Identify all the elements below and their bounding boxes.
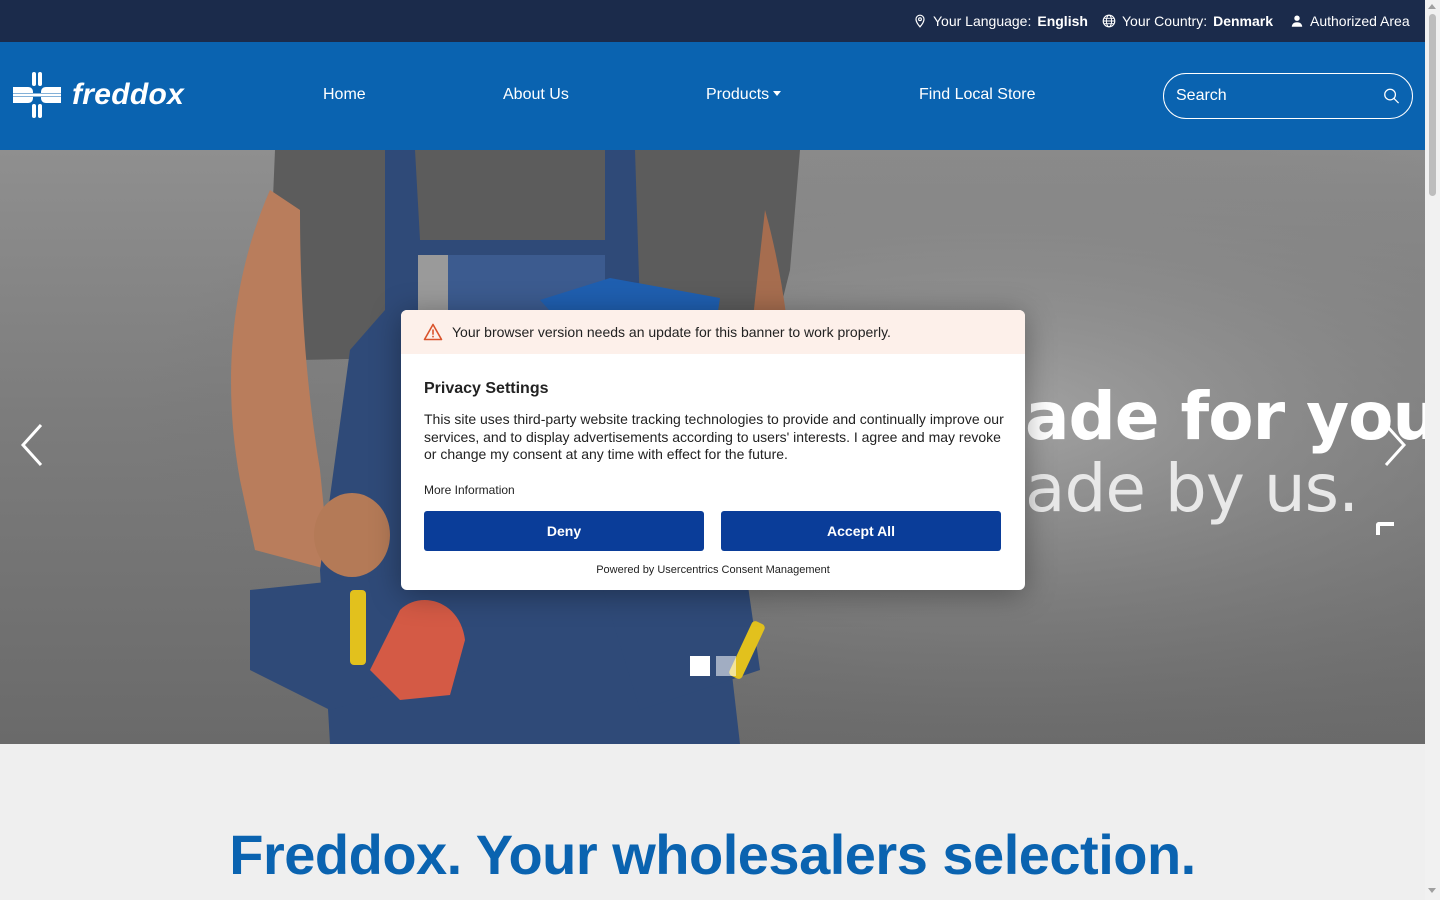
- carousel-dot-2[interactable]: [716, 656, 736, 676]
- deny-button[interactable]: Deny: [424, 511, 704, 551]
- authorized-area-label: Authorized Area: [1310, 13, 1410, 29]
- language-selector[interactable]: Your Language: English: [913, 0, 1088, 42]
- nav-about-us[interactable]: About Us: [503, 86, 569, 104]
- authorized-area-link[interactable]: Authorized Area: [1290, 0, 1410, 42]
- carousel-prev-arrow-icon[interactable]: [17, 422, 47, 468]
- top-utility-bar: Your Language: English Your Country: Den…: [0, 0, 1425, 42]
- nav-find-local-store[interactable]: Find Local Store: [919, 86, 1036, 104]
- powered-by-text: Powered by Usercentrics Consent Manageme…: [596, 564, 830, 576]
- page-scrollbar[interactable]: [1425, 0, 1440, 900]
- language-value: English: [1037, 13, 1088, 29]
- language-label: Your Language:: [933, 13, 1032, 29]
- location-pin-icon: [915, 14, 925, 28]
- carousel-next-arrow-icon[interactable]: [1380, 422, 1410, 468]
- freddox-logo-icon: [13, 72, 61, 118]
- search-input[interactable]: [1176, 87, 1383, 105]
- caret-down-icon: [773, 91, 782, 96]
- warning-icon: [423, 323, 443, 341]
- scroll-down-arrow-icon[interactable]: [1428, 888, 1436, 893]
- scroll-up-arrow-icon[interactable]: [1428, 4, 1436, 9]
- search-icon[interactable]: [1383, 84, 1400, 108]
- user-icon: [1291, 15, 1303, 27]
- corner-mark-icon: [1376, 522, 1394, 535]
- browser-warning-banner: Your browser version needs an update for…: [401, 310, 1025, 354]
- nav-products[interactable]: Products: [706, 86, 782, 104]
- search-box: [1163, 73, 1413, 119]
- country-label: Your Country:: [1122, 13, 1208, 29]
- logo-text: freddox: [72, 78, 185, 111]
- scrollbar-thumb[interactable]: [1429, 14, 1436, 196]
- nav-products-label: Products: [706, 86, 770, 103]
- globe-icon: [1102, 14, 1116, 28]
- logo[interactable]: freddox: [12, 70, 184, 120]
- carousel-dot-1[interactable]: [690, 656, 710, 676]
- nav-home[interactable]: Home: [323, 86, 366, 104]
- dialog-body: This site uses third-party website track…: [424, 411, 1004, 462]
- hero-subheadline: ade by us.: [1025, 450, 1359, 527]
- main-navbar: freddox Home About Us Products Find Loca…: [0, 42, 1425, 150]
- more-information-link[interactable]: More Information: [424, 483, 515, 497]
- country-selector[interactable]: Your Country: Denmark: [1102, 0, 1273, 42]
- accept-all-button[interactable]: Accept All: [721, 511, 1001, 551]
- privacy-consent-dialog: Your browser version needs an update for…: [401, 310, 1025, 590]
- dialog-title: Privacy Settings: [424, 380, 549, 397]
- hero-headline: ade for you.: [1025, 378, 1425, 455]
- section-headline: Freddox. Your wholesalers selection.: [229, 823, 1196, 886]
- country-value: Denmark: [1213, 13, 1274, 29]
- warning-text: Your browser version needs an update for…: [452, 324, 891, 340]
